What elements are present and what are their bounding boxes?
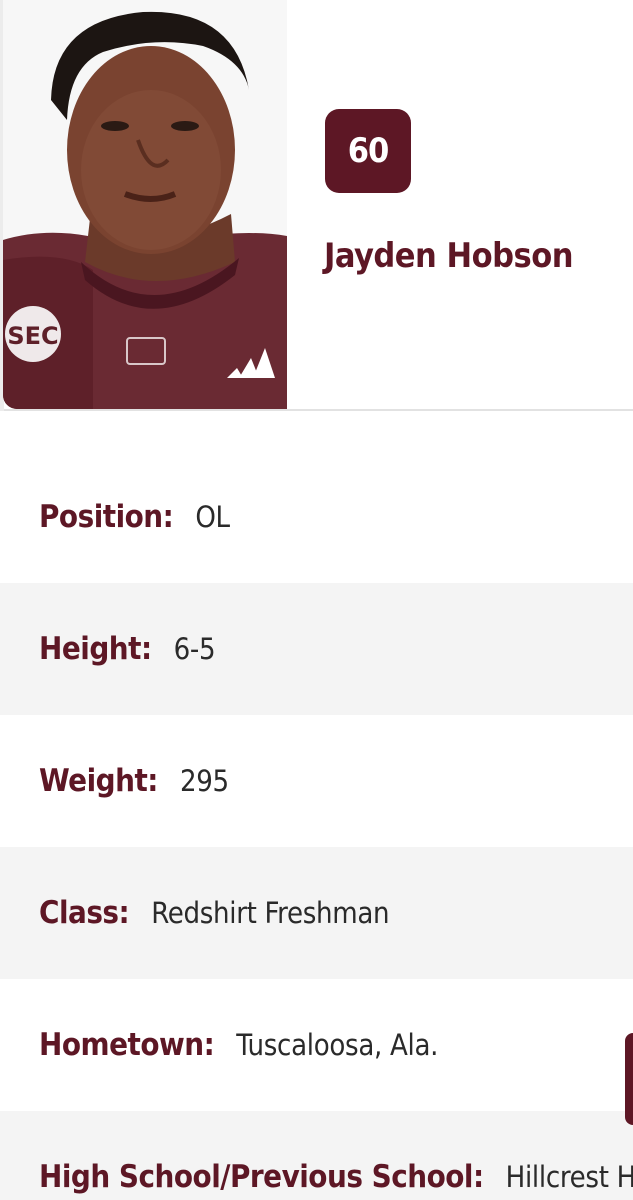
bio-value: Redshirt Freshman xyxy=(151,896,390,930)
bio-label: Height: xyxy=(39,631,152,667)
player-name: Jayden Hobson xyxy=(324,236,574,276)
sec-logo: SEC xyxy=(7,322,58,350)
bio-label: Weight: xyxy=(39,763,158,799)
bio-row-high-school: High School/Previous School: Hillcrest H… xyxy=(0,1111,633,1200)
bio-value: Hillcrest HS xyxy=(505,1160,633,1194)
bio-row-class: Class: Redshirt Freshman xyxy=(0,847,633,979)
bio-label: High School/Previous School: xyxy=(39,1159,484,1195)
bio-label: Hometown: xyxy=(39,1027,215,1063)
side-scroll-tab[interactable] xyxy=(625,1033,633,1125)
bio-label: Position: xyxy=(39,499,174,535)
bio-value: 295 xyxy=(179,764,229,798)
jersey-number-badge: 60 xyxy=(325,109,411,193)
bio-label: Class: xyxy=(39,895,130,931)
bio-value: 6-5 xyxy=(173,632,216,666)
player-header-card: SEC 60 Jayden Hobson xyxy=(0,0,633,411)
bio-value: Tuscaloosa, Ala. xyxy=(236,1028,439,1062)
bio-row-position: Position: OL xyxy=(0,451,633,583)
bio-list: Position: OL Height: 6-5 Weight: 295 Cla… xyxy=(0,451,633,1200)
player-profile-page: SEC 60 Jayden Hobson Position: OL Height… xyxy=(0,0,633,1200)
bio-row-weight: Weight: 295 xyxy=(0,715,633,847)
player-photo: SEC xyxy=(3,0,287,409)
bio-row-hometown: Hometown: Tuscaloosa, Ala. xyxy=(0,979,633,1111)
bio-value: OL xyxy=(195,500,230,534)
bio-row-height: Height: 6-5 xyxy=(0,583,633,715)
